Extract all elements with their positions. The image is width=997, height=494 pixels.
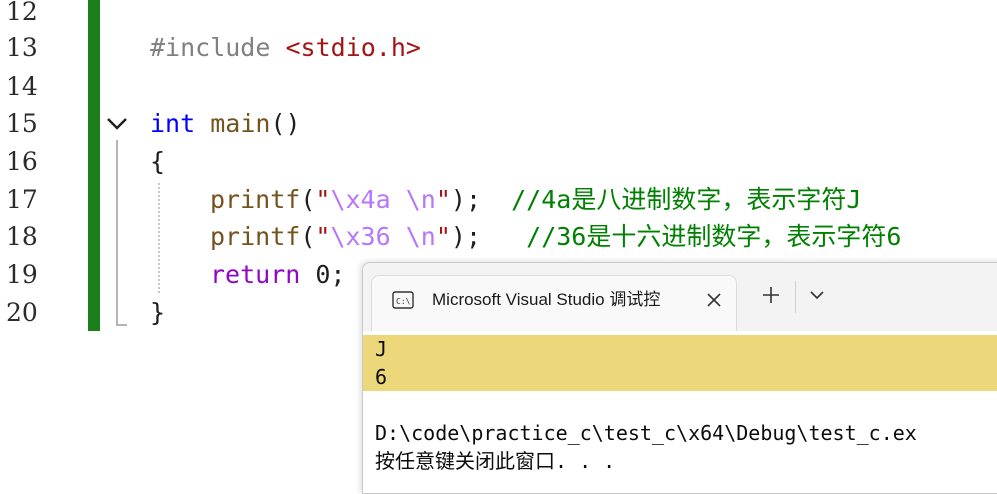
console-tab-title: Microsoft Visual Studio 调试控 bbox=[432, 290, 661, 309]
console-tab[interactable]: C:\ Microsoft Visual Studio 调试控 bbox=[371, 275, 737, 332]
comment: //36是十六进制数字，表示字符6 bbox=[526, 222, 902, 251]
code-line-18[interactable]: printf("\x36 \n"); //36是十六进制数字，表示字符6 bbox=[210, 218, 901, 256]
parens: () bbox=[270, 109, 301, 138]
output-line: 按任意键关闭此窗口. . . bbox=[375, 449, 616, 473]
line-number: 19 bbox=[6, 260, 38, 289]
close-brace: } bbox=[150, 298, 166, 327]
svg-text:C:\: C:\ bbox=[396, 297, 411, 306]
string-space bbox=[391, 185, 406, 214]
string-quote: " bbox=[315, 185, 331, 214]
line-number: 18 bbox=[6, 222, 38, 251]
indent-guide bbox=[158, 183, 160, 293]
chevron-down-icon[interactable] bbox=[807, 285, 827, 305]
string-quote: " bbox=[435, 185, 451, 214]
close-paren: ); bbox=[450, 185, 481, 214]
line-number: 20 bbox=[6, 298, 38, 327]
keyword-return: return bbox=[210, 260, 301, 289]
escape-sequence: \x4a bbox=[330, 185, 391, 214]
output-highlight bbox=[363, 335, 997, 391]
line-number: 13 bbox=[6, 33, 38, 62]
escape-sequence: \x36 bbox=[330, 222, 391, 251]
chevron-down-icon[interactable] bbox=[104, 111, 130, 137]
line-number: 12 bbox=[6, 0, 38, 26]
line-number: 15 bbox=[6, 109, 38, 138]
keyword-int: int bbox=[150, 109, 196, 138]
code-line-16[interactable]: { bbox=[150, 143, 165, 181]
terminal-icon: C:\ bbox=[392, 291, 414, 309]
code-line-20[interactable]: } bbox=[150, 294, 165, 332]
open-brace: { bbox=[150, 147, 166, 176]
change-tracking-bar bbox=[88, 0, 100, 331]
close-icon[interactable] bbox=[702, 288, 726, 312]
fold-region-end bbox=[116, 324, 127, 326]
open-paren: ( bbox=[300, 185, 316, 214]
preprocessor-directive: #include bbox=[150, 33, 271, 62]
code-line-15[interactable]: int main() bbox=[150, 105, 301, 143]
code-line-19[interactable]: return 0; bbox=[210, 256, 345, 294]
output-line: J bbox=[375, 337, 388, 361]
close-paren: ); bbox=[450, 222, 481, 251]
debug-console-window[interactable]: C:\ Microsoft Visual Studio 调试控 J 6 D:\c… bbox=[362, 262, 997, 494]
string-quote: " bbox=[435, 222, 451, 251]
function-call: printf bbox=[210, 185, 301, 214]
escape-sequence: \n bbox=[405, 185, 436, 214]
return-value: 0; bbox=[315, 260, 346, 289]
console-tab-bar: C:\ Microsoft Visual Studio 调试控 bbox=[363, 263, 997, 332]
include-header: <stdio.h> bbox=[285, 33, 421, 62]
output-line: 6 bbox=[375, 365, 388, 389]
tab-bar-separator bbox=[795, 281, 796, 313]
function-call: printf bbox=[210, 222, 301, 251]
line-number: 16 bbox=[6, 147, 38, 176]
escape-sequence: \n bbox=[405, 222, 436, 251]
code-line-13[interactable]: #include <stdio.h> bbox=[150, 29, 421, 67]
console-output[interactable]: J 6 D:\code\practice_c\test_c\x64\Debug\… bbox=[363, 331, 997, 493]
string-space bbox=[391, 222, 406, 251]
output-line: D:\code\practice_c\test_c\x64\Debug\test… bbox=[375, 421, 917, 445]
fold-region-line bbox=[116, 140, 118, 326]
line-number: 14 bbox=[6, 72, 38, 101]
function-name: main bbox=[210, 109, 271, 138]
code-line-17[interactable]: printf("\x4a \n"); //4a是八进制数字，表示字符J bbox=[210, 181, 861, 219]
comment: //4a是八进制数字，表示字符J bbox=[511, 185, 862, 214]
plus-icon[interactable] bbox=[759, 283, 783, 307]
line-number: 17 bbox=[6, 185, 38, 214]
open-paren: ( bbox=[300, 222, 316, 251]
string-quote: " bbox=[315, 222, 331, 251]
